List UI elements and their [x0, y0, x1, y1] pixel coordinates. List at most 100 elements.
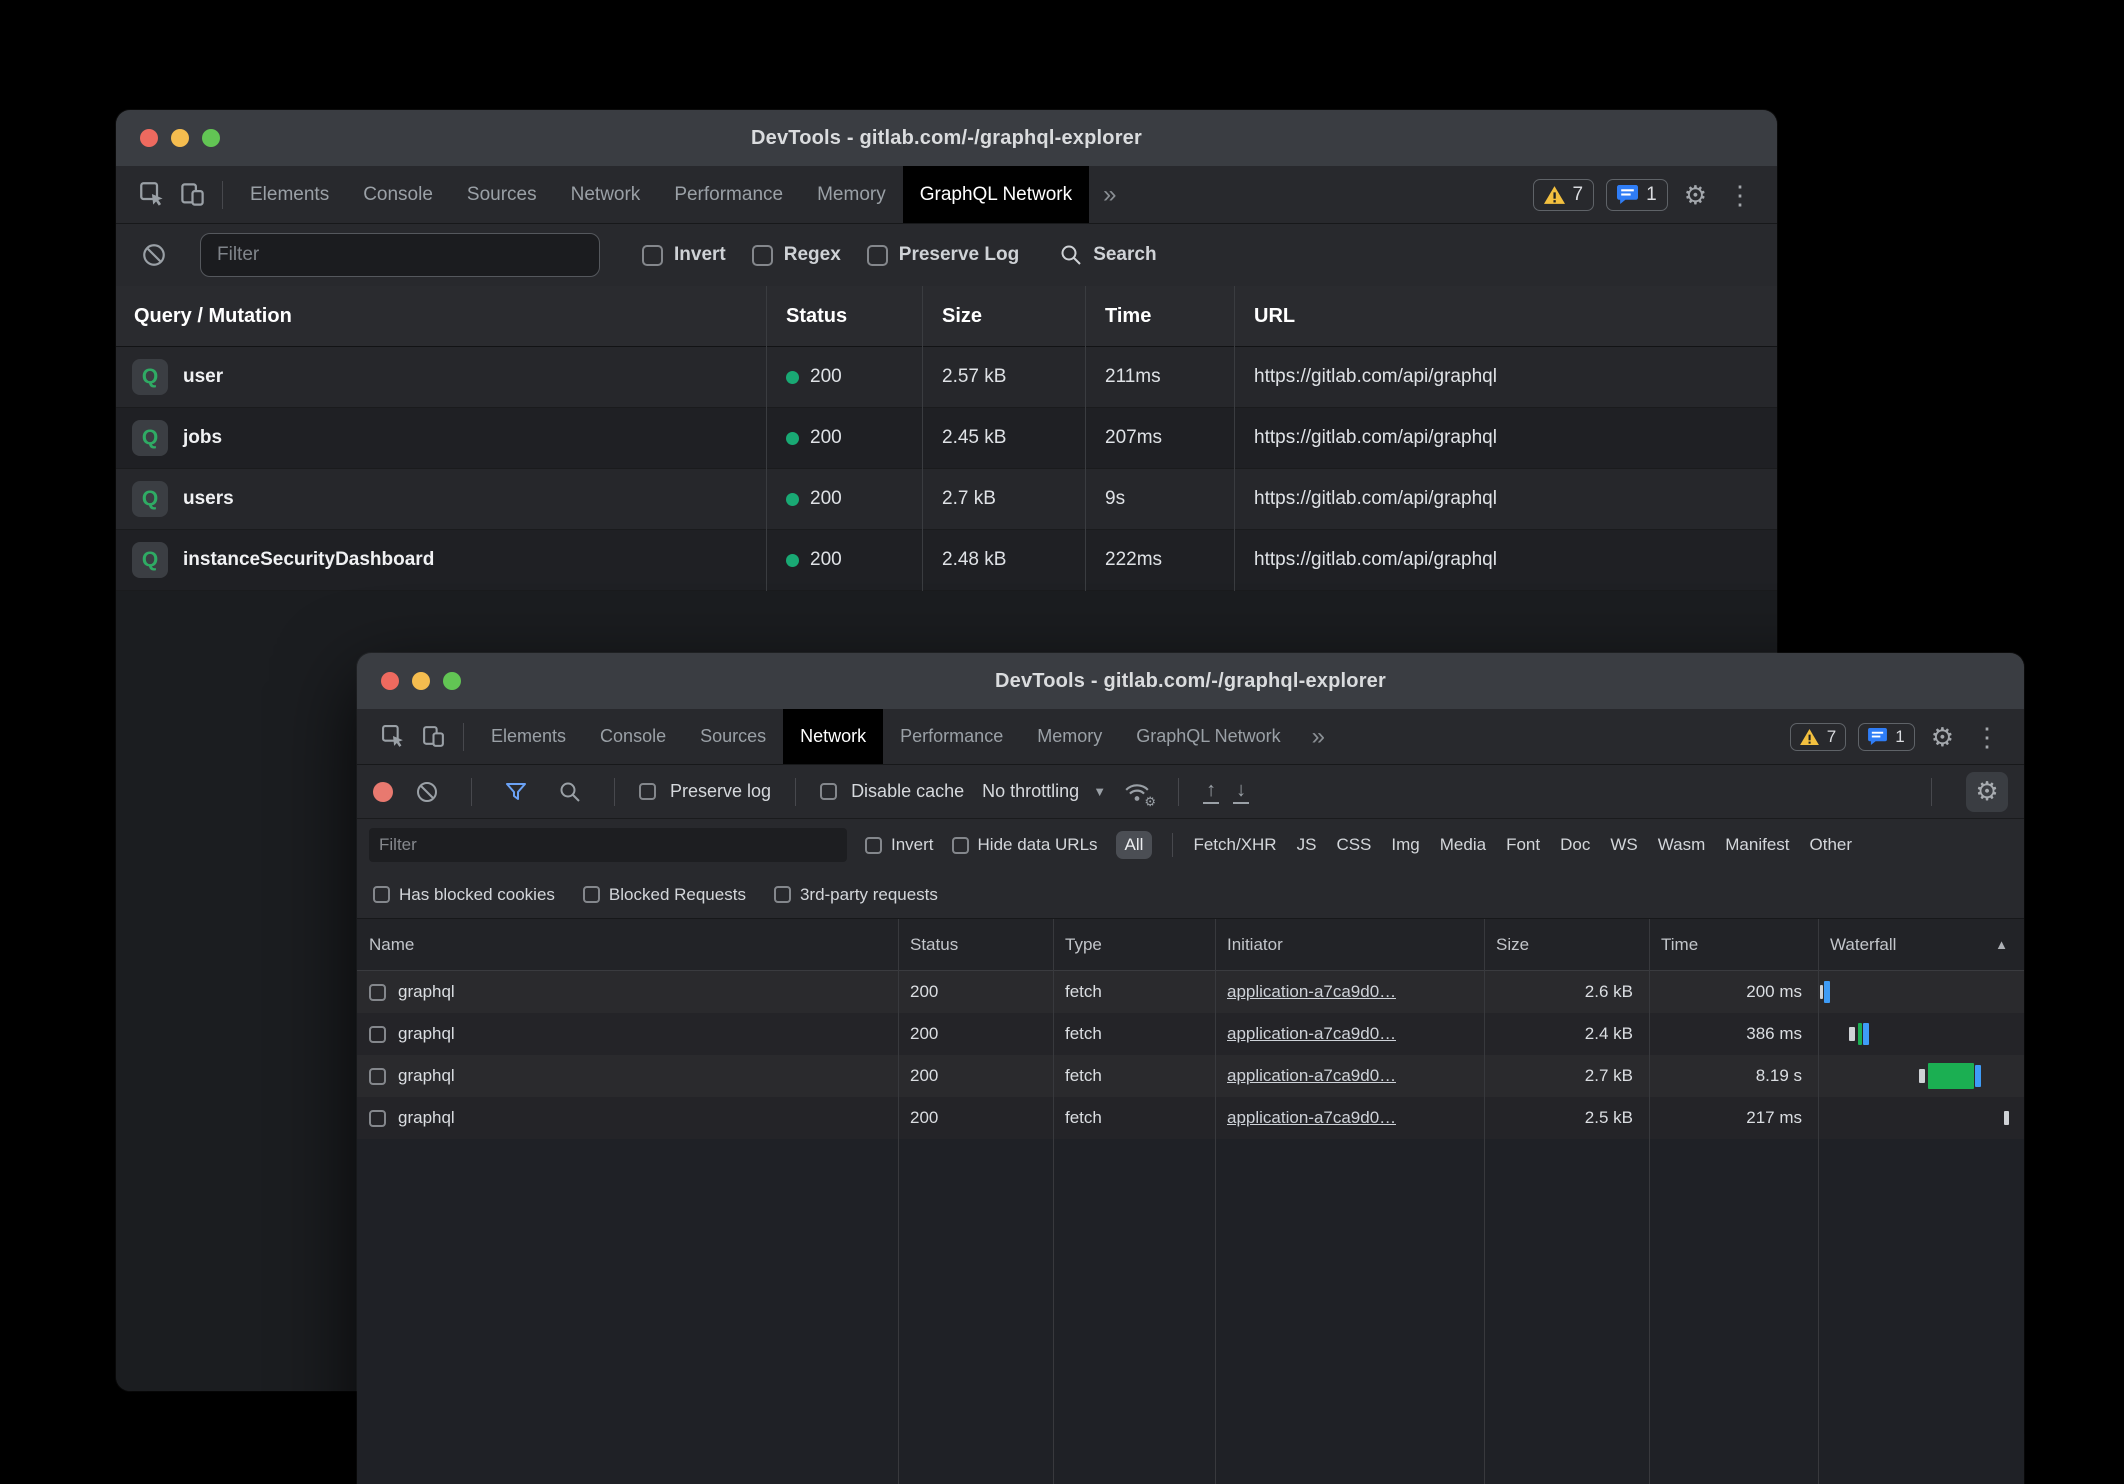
chip-js[interactable]: JS: [1297, 835, 1317, 855]
filter-funnel-icon[interactable]: [496, 780, 536, 804]
initiator-link[interactable]: application-a7ca9d0…: [1227, 1108, 1396, 1128]
tab-network[interactable]: Network: [554, 166, 658, 223]
settings-gear-icon[interactable]: ⚙: [1680, 182, 1711, 208]
table-row[interactable]: Qjobs 200 2.45 kB 207ms https://gitlab.c…: [116, 408, 1777, 469]
table-row[interactable]: graphql 200 fetch application-a7ca9d0… 2…: [357, 1097, 2024, 1139]
tab-performance[interactable]: Performance: [883, 709, 1020, 764]
column-header-waterfall[interactable]: Waterfall: [1830, 935, 1896, 955]
tab-elements[interactable]: Elements: [474, 709, 583, 764]
chip-manifest[interactable]: Manifest: [1725, 835, 1789, 855]
disable-cache-checkbox[interactable]: [820, 783, 837, 800]
minimize-button[interactable]: [412, 672, 430, 690]
import-har-icon[interactable]: ↑: [1203, 780, 1219, 804]
zoom-button[interactable]: [202, 129, 220, 147]
more-tabs-icon[interactable]: »: [1298, 709, 1339, 764]
initiator-link[interactable]: application-a7ca9d0…: [1227, 982, 1396, 1002]
chip-ws[interactable]: WS: [1610, 835, 1637, 855]
tab-console[interactable]: Console: [346, 166, 450, 223]
tab-elements[interactable]: Elements: [233, 166, 346, 223]
warnings-badge[interactable]: 7: [1533, 179, 1595, 211]
close-button[interactable]: [140, 129, 158, 147]
column-header-type[interactable]: Type: [1053, 935, 1215, 955]
network-extra-filters: Has blocked cookies Blocked Requests 3rd…: [357, 871, 2024, 919]
warnings-badge[interactable]: 7: [1790, 723, 1846, 751]
row-checkbox[interactable]: [369, 1068, 386, 1085]
column-header-initiator[interactable]: Initiator: [1215, 935, 1484, 955]
network-conditions-icon[interactable]: ⚙: [1120, 777, 1154, 807]
column-header-time[interactable]: Time: [1085, 305, 1234, 328]
tab-memory[interactable]: Memory: [1020, 709, 1119, 764]
tab-network[interactable]: Network: [783, 709, 883, 764]
initiator-link[interactable]: application-a7ca9d0…: [1227, 1066, 1396, 1086]
more-options-icon[interactable]: ⋮: [1723, 182, 1757, 208]
issues-badge[interactable]: 1: [1606, 179, 1668, 211]
row-checkbox[interactable]: [369, 1026, 386, 1043]
inspect-icon[interactable]: [132, 166, 172, 223]
settings-gear-icon[interactable]: ⚙: [1927, 724, 1958, 750]
table-row[interactable]: graphql 200 fetch application-a7ca9d0… 2…: [357, 971, 2024, 1013]
more-tabs-icon[interactable]: »: [1089, 166, 1130, 223]
filter-input[interactable]: [200, 233, 600, 277]
zoom-button[interactable]: [443, 672, 461, 690]
column-header-url[interactable]: URL: [1234, 305, 1777, 328]
network-settings-gear-icon[interactable]: ⚙: [1966, 772, 2008, 812]
chip-media[interactable]: Media: [1440, 835, 1486, 855]
table-row[interactable]: Qusers 200 2.7 kB 9s https://gitlab.com/…: [116, 469, 1777, 530]
table-row[interactable]: Quser 200 2.57 kB 211ms https://gitlab.c…: [116, 347, 1777, 408]
table-row[interactable]: graphql 200 fetch application-a7ca9d0… 2…: [357, 1013, 2024, 1055]
export-har-icon[interactable]: ↓: [1233, 780, 1249, 804]
filter-input[interactable]: [369, 828, 847, 862]
throttling-dropdown[interactable]: No throttling ▼: [982, 781, 1106, 802]
chip-font[interactable]: Font: [1506, 835, 1540, 855]
invert-checkbox[interactable]: [642, 245, 663, 266]
chip-img[interactable]: Img: [1391, 835, 1419, 855]
column-header-size[interactable]: Size: [922, 305, 1085, 328]
initiator-link[interactable]: application-a7ca9d0…: [1227, 1024, 1396, 1044]
record-button[interactable]: [373, 782, 393, 802]
device-toolbar-icon[interactable]: [413, 709, 453, 764]
row-checkbox[interactable]: [369, 1110, 386, 1127]
search-icon[interactable]: [550, 780, 590, 804]
tab-sources[interactable]: Sources: [683, 709, 783, 764]
inspect-icon[interactable]: [373, 709, 413, 764]
chip-all[interactable]: All: [1116, 831, 1153, 859]
has-blocked-cookies-checkbox[interactable]: [373, 886, 390, 903]
preserve-log-checkbox[interactable]: [639, 783, 656, 800]
status-ok-dot: [786, 432, 799, 445]
column-header-time[interactable]: Time: [1649, 935, 1818, 955]
search-button[interactable]: Search: [1059, 243, 1156, 267]
column-header-query-mutation[interactable]: Query / Mutation: [116, 305, 766, 328]
chip-other[interactable]: Other: [1810, 835, 1853, 855]
chip-doc[interactable]: Doc: [1560, 835, 1590, 855]
device-toolbar-icon[interactable]: [172, 166, 212, 223]
row-checkbox[interactable]: [369, 984, 386, 1001]
close-button[interactable]: [381, 672, 399, 690]
chip-css[interactable]: CSS: [1336, 835, 1371, 855]
table-row[interactable]: graphql 200 fetch application-a7ca9d0… 2…: [357, 1055, 2024, 1097]
blocked-requests-checkbox[interactable]: [583, 886, 600, 903]
regex-checkbox[interactable]: [752, 245, 773, 266]
minimize-button[interactable]: [171, 129, 189, 147]
more-options-icon[interactable]: ⋮: [1970, 724, 2004, 750]
column-header-name[interactable]: Name: [357, 935, 898, 955]
clear-icon[interactable]: [134, 242, 174, 268]
sort-ascending-icon[interactable]: ▲: [1995, 937, 2008, 952]
hide-data-urls-checkbox[interactable]: [952, 837, 969, 854]
invert-checkbox[interactable]: [865, 837, 882, 854]
tab-sources[interactable]: Sources: [450, 166, 554, 223]
third-party-requests-checkbox[interactable]: [774, 886, 791, 903]
preserve-log-checkbox[interactable]: [867, 245, 888, 266]
issues-badge[interactable]: 1: [1858, 723, 1914, 751]
table-row[interactable]: QinstanceSecurityDashboard 200 2.48 kB 2…: [116, 530, 1777, 591]
tab-memory[interactable]: Memory: [800, 166, 903, 223]
tab-graphql-network[interactable]: GraphQL Network: [1119, 709, 1297, 764]
clear-icon[interactable]: [407, 780, 447, 804]
tab-performance[interactable]: Performance: [657, 166, 800, 223]
chip-wasm[interactable]: Wasm: [1658, 835, 1706, 855]
tab-console[interactable]: Console: [583, 709, 683, 764]
column-header-status[interactable]: Status: [766, 305, 922, 328]
chip-fetch-xhr[interactable]: Fetch/XHR: [1193, 835, 1276, 855]
column-header-size[interactable]: Size: [1484, 935, 1649, 955]
column-header-status[interactable]: Status: [898, 935, 1053, 955]
tab-graphql-network[interactable]: GraphQL Network: [903, 166, 1089, 223]
